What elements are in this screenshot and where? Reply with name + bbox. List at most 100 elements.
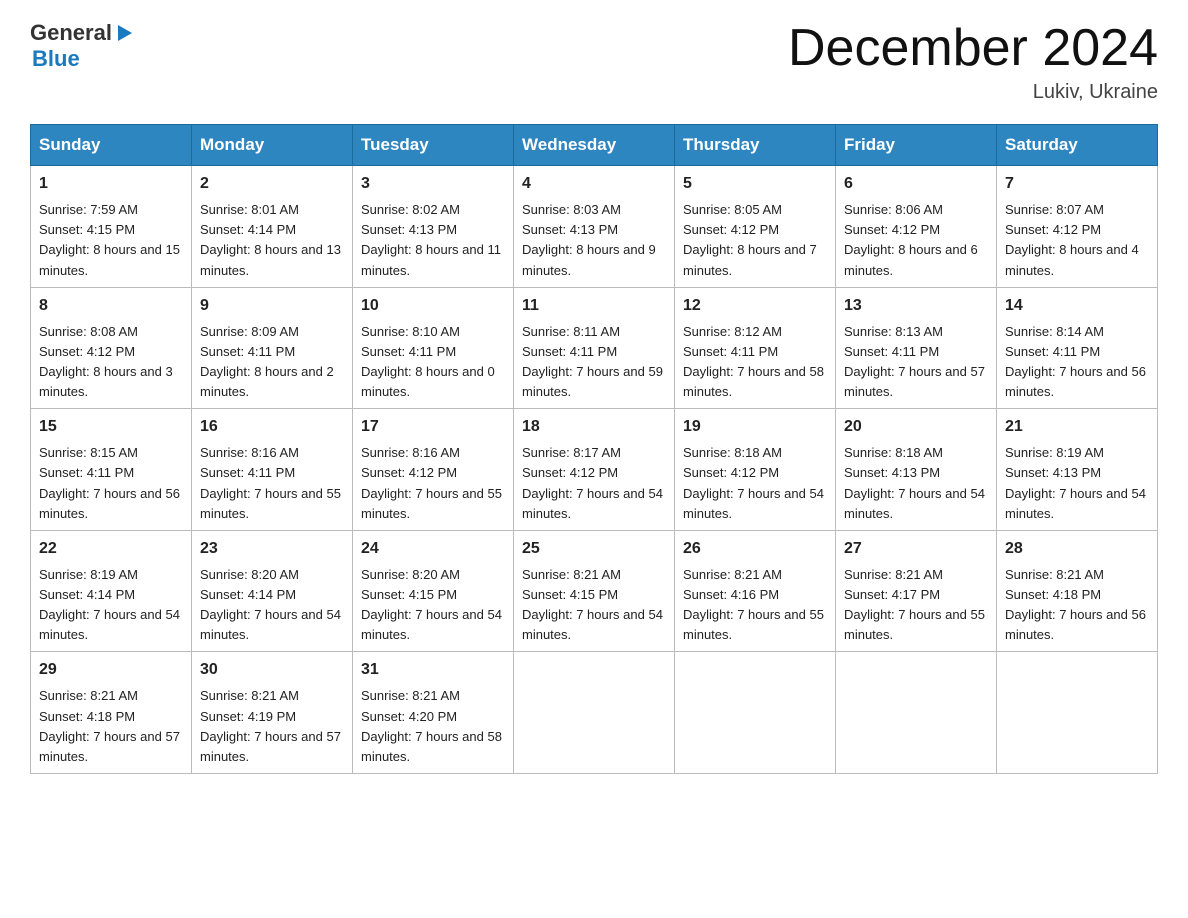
calendar-cell: 23 Sunrise: 8:20 AMSunset: 4:14 PMDayligh… xyxy=(192,530,353,652)
day-info: Sunrise: 8:21 AMSunset: 4:17 PMDaylight:… xyxy=(844,567,985,642)
day-number: 2 xyxy=(200,172,344,196)
calendar-cell: 30Sunrise: 8:21 AMSunset: 4:19 PMDayligh… xyxy=(192,652,353,774)
calendar-cell: 7 Sunrise: 8:07 AMSunset: 4:12 PMDaylight… xyxy=(997,166,1158,288)
day-number: 10 xyxy=(361,294,505,318)
main-title: December 2024 xyxy=(788,20,1158,77)
day-info: Sunrise: 8:21 AMSunset: 4:19 PMDaylight:… xyxy=(200,688,341,763)
day-info: Sunrise: 8:19 AMSunset: 4:14 PMDaylight:… xyxy=(39,567,180,642)
calendar-cell: 12 Sunrise: 8:12 AMSunset: 4:11 PMDayligh… xyxy=(675,287,836,409)
day-info: Sunrise: 8:03 AMSunset: 4:13 PMDaylight:… xyxy=(522,202,656,277)
day-number: 19 xyxy=(683,415,827,439)
day-number: 18 xyxy=(522,415,666,439)
calendar-cell: 22 Sunrise: 8:19 AMSunset: 4:14 PMDayligh… xyxy=(31,530,192,652)
day-number: 5 xyxy=(683,172,827,196)
day-number: 8 xyxy=(39,294,183,318)
day-number: 9 xyxy=(200,294,344,318)
day-header-wednesday: Wednesday xyxy=(514,125,675,166)
calendar-week-row: 22 Sunrise: 8:19 AMSunset: 4:14 PMDayligh… xyxy=(31,530,1158,652)
day-number: 6 xyxy=(844,172,988,196)
day-info: Sunrise: 8:21 AMSunset: 4:18 PMDaylight:… xyxy=(1005,567,1146,642)
day-number: 1 xyxy=(39,172,183,196)
day-info: Sunrise: 8:21 AMSunset: 4:15 PMDaylight:… xyxy=(522,567,663,642)
calendar-cell: 16Sunrise: 8:16 AMSunset: 4:11 PMDayligh… xyxy=(192,409,353,531)
calendar-cell: 17 Sunrise: 8:16 AMSunset: 4:12 PMDayligh… xyxy=(353,409,514,531)
day-info: Sunrise: 8:01 AMSunset: 4:14 PMDaylight:… xyxy=(200,202,341,277)
calendar-week-row: 29 Sunrise: 8:21 AMSunset: 4:18 PMDayligh… xyxy=(31,652,1158,774)
calendar-cell xyxy=(997,652,1158,774)
calendar-cell: 27Sunrise: 8:21 AMSunset: 4:17 PMDayligh… xyxy=(836,530,997,652)
day-info: Sunrise: 8:16 AMSunset: 4:12 PMDaylight:… xyxy=(361,445,502,520)
day-info: Sunrise: 8:12 AMSunset: 4:11 PMDaylight:… xyxy=(683,324,824,399)
day-info: Sunrise: 7:59 AMSunset: 4:15 PMDaylight:… xyxy=(39,202,180,277)
day-info: Sunrise: 8:18 AMSunset: 4:13 PMDaylight:… xyxy=(844,445,985,520)
day-number: 4 xyxy=(522,172,666,196)
day-number: 3 xyxy=(361,172,505,196)
day-number: 28 xyxy=(1005,537,1149,561)
logo-blue: Blue xyxy=(32,46,80,71)
calendar-week-row: 15 Sunrise: 8:15 AMSunset: 4:11 PMDayligh… xyxy=(31,409,1158,531)
day-info: Sunrise: 8:08 AMSunset: 4:12 PMDaylight:… xyxy=(39,324,173,399)
day-number: 23 xyxy=(200,537,344,561)
calendar-cell xyxy=(836,652,997,774)
day-info: Sunrise: 8:07 AMSunset: 4:12 PMDaylight:… xyxy=(1005,202,1139,277)
calendar-cell: 14 Sunrise: 8:14 AMSunset: 4:11 PMDayligh… xyxy=(997,287,1158,409)
calendar-cell: 8 Sunrise: 8:08 AMSunset: 4:12 PMDaylight… xyxy=(31,287,192,409)
day-info: Sunrise: 8:21 AMSunset: 4:20 PMDaylight:… xyxy=(361,688,502,763)
calendar-cell: 5 Sunrise: 8:05 AMSunset: 4:12 PMDaylight… xyxy=(675,166,836,288)
calendar-cell: 1 Sunrise: 7:59 AMSunset: 4:15 PMDaylight… xyxy=(31,166,192,288)
day-number: 22 xyxy=(39,537,183,561)
calendar-cell: 31 Sunrise: 8:21 AMSunset: 4:20 PMDayligh… xyxy=(353,652,514,774)
day-number: 31 xyxy=(361,658,505,682)
logo-general: General xyxy=(30,20,112,46)
day-number: 15 xyxy=(39,415,183,439)
day-number: 12 xyxy=(683,294,827,318)
calendar-cell: 29 Sunrise: 8:21 AMSunset: 4:18 PMDayligh… xyxy=(31,652,192,774)
calendar-cell: 9 Sunrise: 8:09 AMSunset: 4:11 PMDaylight… xyxy=(192,287,353,409)
day-info: Sunrise: 8:19 AMSunset: 4:13 PMDaylight:… xyxy=(1005,445,1146,520)
day-info: Sunrise: 8:21 AMSunset: 4:18 PMDaylight:… xyxy=(39,688,180,763)
calendar-cell: 2 Sunrise: 8:01 AMSunset: 4:14 PMDaylight… xyxy=(192,166,353,288)
calendar-cell: 18 Sunrise: 8:17 AMSunset: 4:12 PMDayligh… xyxy=(514,409,675,531)
day-number: 11 xyxy=(522,294,666,318)
day-info: Sunrise: 8:17 AMSunset: 4:12 PMDaylight:… xyxy=(522,445,663,520)
calendar-cell: 3 Sunrise: 8:02 AMSunset: 4:13 PMDaylight… xyxy=(353,166,514,288)
day-header-thursday: Thursday xyxy=(675,125,836,166)
calendar-table: SundayMondayTuesdayWednesdayThursdayFrid… xyxy=(30,124,1158,774)
day-number: 21 xyxy=(1005,415,1149,439)
day-info: Sunrise: 8:02 AMSunset: 4:13 PMDaylight:… xyxy=(361,202,501,277)
calendar-week-row: 1 Sunrise: 7:59 AMSunset: 4:15 PMDaylight… xyxy=(31,166,1158,288)
day-info: Sunrise: 8:06 AMSunset: 4:12 PMDaylight:… xyxy=(844,202,978,277)
calendar-week-row: 8 Sunrise: 8:08 AMSunset: 4:12 PMDaylight… xyxy=(31,287,1158,409)
day-info: Sunrise: 8:15 AMSunset: 4:11 PMDaylight:… xyxy=(39,445,180,520)
day-header-monday: Monday xyxy=(192,125,353,166)
calendar-cell: 13 Sunrise: 8:13 AMSunset: 4:11 PMDayligh… xyxy=(836,287,997,409)
calendar-cell: 15 Sunrise: 8:15 AMSunset: 4:11 PMDayligh… xyxy=(31,409,192,531)
day-info: Sunrise: 8:14 AMSunset: 4:11 PMDaylight:… xyxy=(1005,324,1146,399)
calendar-cell: 11Sunrise: 8:11 AMSunset: 4:11 PMDayligh… xyxy=(514,287,675,409)
day-number: 17 xyxy=(361,415,505,439)
day-info: Sunrise: 8:09 AMSunset: 4:11 PMDaylight:… xyxy=(200,324,334,399)
day-header-tuesday: Tuesday xyxy=(353,125,514,166)
subtitle: Lukiv, Ukraine xyxy=(788,81,1158,104)
day-info: Sunrise: 8:05 AMSunset: 4:12 PMDaylight:… xyxy=(683,202,817,277)
calendar-cell: 4 Sunrise: 8:03 AMSunset: 4:13 PMDaylight… xyxy=(514,166,675,288)
logo: General Blue xyxy=(30,20,134,72)
calendar-header-row: SundayMondayTuesdayWednesdayThursdayFrid… xyxy=(31,125,1158,166)
calendar-cell: 25 Sunrise: 8:21 AMSunset: 4:15 PMDayligh… xyxy=(514,530,675,652)
day-info: Sunrise: 8:13 AMSunset: 4:11 PMDaylight:… xyxy=(844,324,985,399)
calendar-cell: 26Sunrise: 8:21 AMSunset: 4:16 PMDayligh… xyxy=(675,530,836,652)
day-number: 25 xyxy=(522,537,666,561)
day-number: 29 xyxy=(39,658,183,682)
calendar-cell: 6 Sunrise: 8:06 AMSunset: 4:12 PMDaylight… xyxy=(836,166,997,288)
day-number: 14 xyxy=(1005,294,1149,318)
day-number: 13 xyxy=(844,294,988,318)
calendar-cell xyxy=(675,652,836,774)
day-info: Sunrise: 8:21 AMSunset: 4:16 PMDaylight:… xyxy=(683,567,824,642)
day-header-sunday: Sunday xyxy=(31,125,192,166)
day-number: 7 xyxy=(1005,172,1149,196)
day-info: Sunrise: 8:20 AMSunset: 4:14 PMDaylight:… xyxy=(200,567,341,642)
calendar-cell xyxy=(514,652,675,774)
logo-arrow-icon xyxy=(112,22,134,44)
day-info: Sunrise: 8:18 AMSunset: 4:12 PMDaylight:… xyxy=(683,445,824,520)
page-header: General Blue December 2024 Lukiv, Ukrain… xyxy=(30,20,1158,104)
